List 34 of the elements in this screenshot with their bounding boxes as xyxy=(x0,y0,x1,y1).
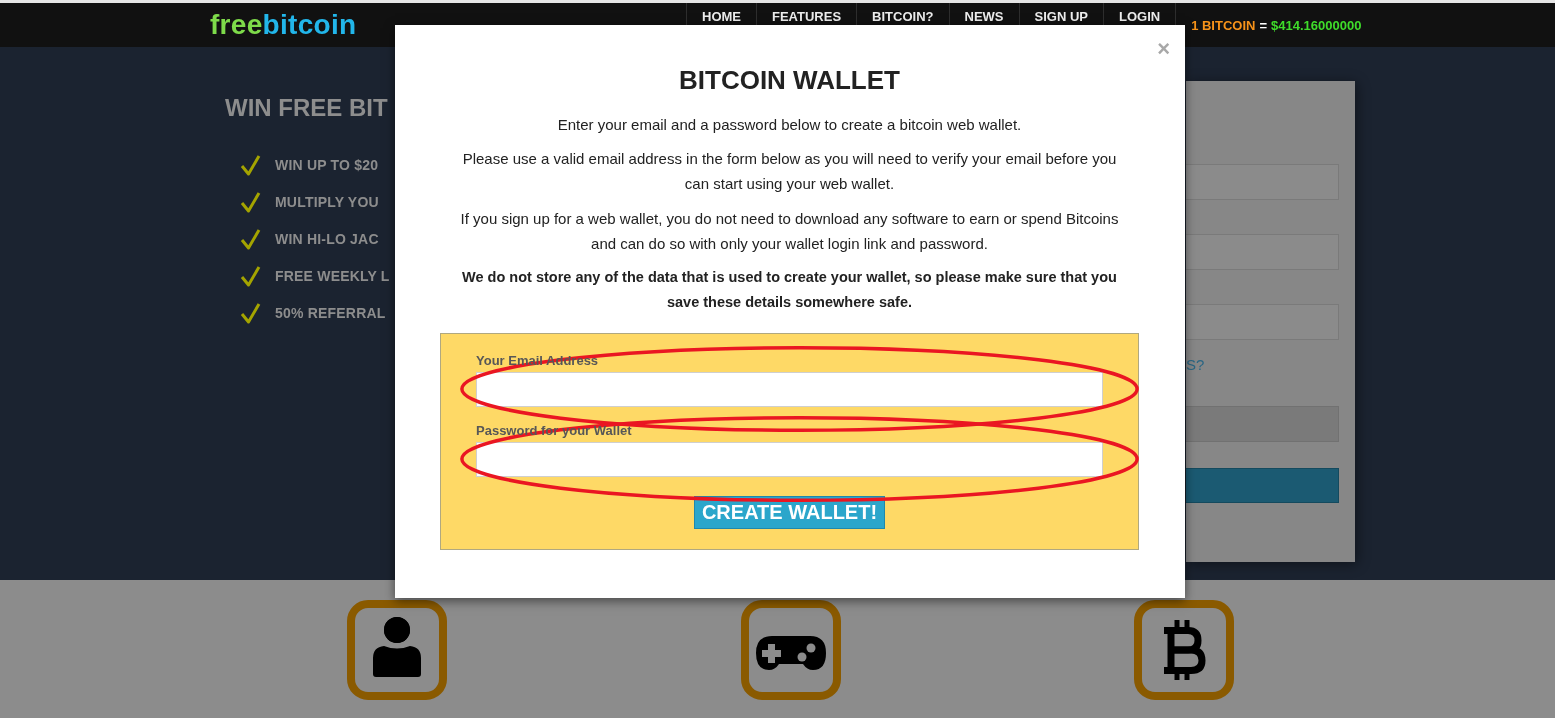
paragraph: We do not store any of the data that is used to create your wallet, so please make sure that you save these details somewhere safe. xyxy=(461,268,1118,312)
user-icon xyxy=(347,600,447,700)
input-field[interactable] xyxy=(1186,234,1339,270)
gamepad-icon xyxy=(740,600,841,700)
hero-headline: WIN FREE BIT xyxy=(225,93,388,123)
feature-text: 50% REFERRAL xyxy=(275,304,386,321)
equals-sign: = xyxy=(1259,17,1268,33)
feature-text: WIN HI-LO JAC xyxy=(275,230,379,247)
button[interactable] xyxy=(1186,468,1339,503)
feature-text: MULTIPLY YOU xyxy=(275,193,379,210)
nav-link[interactable]: FEATURES xyxy=(757,3,857,24)
nav-link[interactable]: BITCOIN? xyxy=(857,3,949,24)
rate-value: $414.16000000 xyxy=(1271,17,1362,33)
modal-title: BITCOIN WALLET xyxy=(678,64,901,96)
input-field[interactable] xyxy=(1186,304,1339,340)
check-icon xyxy=(240,153,261,176)
check-icon xyxy=(240,190,261,213)
paragraph: Please use a valid email address in the form below as you will need to verify your email before you can start using your web wallet. xyxy=(461,149,1118,194)
nav-link[interactable]: SIGN UP xyxy=(1019,3,1103,24)
input-field[interactable] xyxy=(1186,164,1339,200)
nav-link[interactable]: NEWS xyxy=(949,3,1019,24)
check-icon xyxy=(240,301,261,324)
nav-link[interactable]: LOGIN xyxy=(1103,3,1176,24)
check-icon xyxy=(240,227,261,250)
check-icon xyxy=(240,264,261,287)
nav-link[interactable]: HOME xyxy=(687,3,756,24)
feature-text: FREE WEEKLY L xyxy=(275,267,390,284)
feature-text: WIN UP TO $20 xyxy=(275,156,379,173)
paragraph: Enter your email and a password below to create a bitcoin web wallet. xyxy=(556,114,1023,135)
rate-label: 1 BITCOIN xyxy=(1191,17,1256,33)
site-logo[interactable]: freebitcoin xyxy=(210,10,357,40)
paragraph: If you sign up for a web wallet, you do not need to download any software to earn or spend Bitcoins and can do so with only your wallet login link and password. xyxy=(459,208,1120,254)
bitcoin-icon xyxy=(1134,600,1234,700)
input-field[interactable] xyxy=(1186,406,1339,442)
